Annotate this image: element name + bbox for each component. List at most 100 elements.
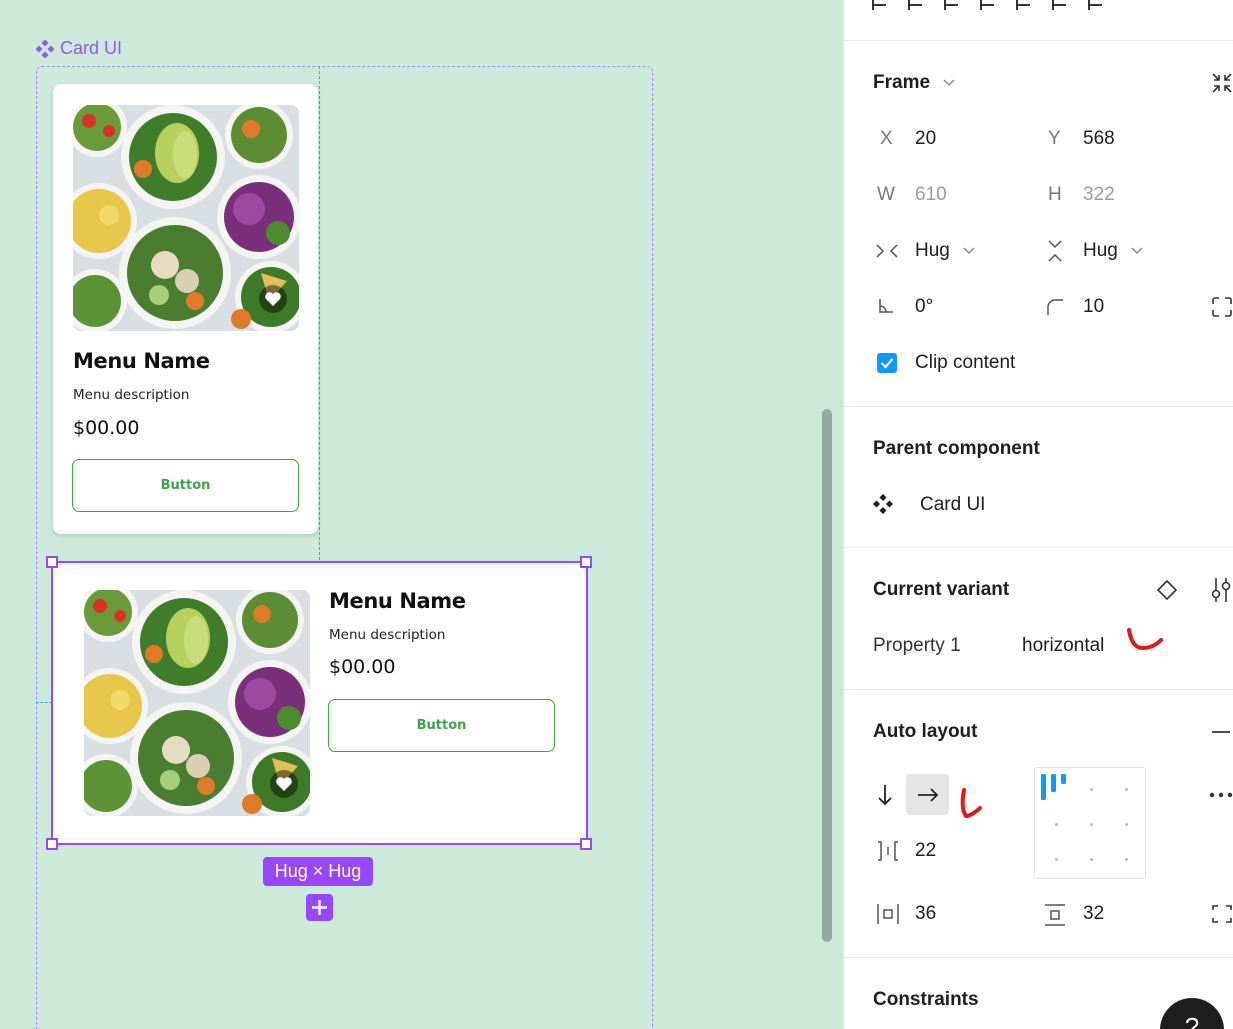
design-canvas[interactable]: Card UI Menu Name Menu description $00.0…: [0, 0, 843, 1029]
frame-section-title[interactable]: Frame: [873, 72, 955, 94]
vertical-padding-input[interactable]: 32: [1083, 903, 1104, 925]
auto-layout-title: Auto layout: [873, 721, 978, 742]
horizontal-resizing-icon: [876, 244, 898, 258]
grid-dot: [1055, 823, 1058, 826]
component-set-icon: [36, 39, 54, 58]
red-annotation-mark: [1127, 628, 1163, 651]
distribute-icon[interactable]: [1088, 0, 1104, 10]
rotation-input[interactable]: 0°: [915, 296, 933, 318]
chevron-down-icon: [963, 247, 975, 255]
current-variant-title: Current variant: [873, 579, 1010, 600]
item-spacing-icon: [878, 841, 898, 861]
horizontal-padding-input[interactable]: 36: [915, 903, 936, 925]
collapse-icon[interactable]: [1211, 72, 1233, 94]
diamond-icon[interactable]: [1156, 579, 1178, 601]
resize-handle-top-right[interactable]: [580, 556, 592, 568]
variant-property-name: Property 1: [873, 635, 961, 656]
section-divider: [844, 547, 1233, 548]
add-variant-button[interactable]: [306, 894, 333, 921]
menu-description: Menu description: [329, 627, 446, 643]
direction-horizontal-button[interactable]: [906, 774, 949, 815]
align-bottom-icon[interactable]: [1052, 0, 1068, 10]
adjust-properties-icon[interactable]: [1210, 576, 1232, 604]
clip-content-checkbox[interactable]: [877, 353, 897, 373]
rotation-icon: [879, 299, 893, 313]
help-button[interactable]: ?: [1160, 998, 1224, 1029]
width-sizing-value: Hug: [915, 240, 950, 261]
component-set-label[interactable]: Card UI: [36, 38, 122, 59]
vertical-padding-icon: [1045, 904, 1065, 926]
corner-radius-input[interactable]: 10: [1083, 296, 1104, 318]
chevron-down-icon: [943, 79, 955, 87]
alignment-grid[interactable]: [1034, 767, 1146, 879]
height-sizing-select[interactable]: Hug: [1083, 240, 1143, 262]
align-top-icon[interactable]: [980, 0, 996, 10]
align-right-icon[interactable]: [944, 0, 960, 10]
section-divider: [844, 689, 1233, 690]
more-options-icon[interactable]: [1209, 792, 1233, 798]
w-input[interactable]: 610: [915, 184, 947, 206]
independent-corners-icon[interactable]: [1211, 296, 1233, 318]
arrow-down-icon: [877, 784, 892, 805]
remove-auto-layout-icon[interactable]: [1211, 730, 1231, 734]
size-badge: Hug × Hug: [263, 857, 373, 886]
menu-description: Menu description: [73, 387, 190, 403]
menu-name: Menu Name: [73, 349, 210, 373]
canvas-scrollbar[interactable]: [822, 409, 832, 942]
grid-dot: [1125, 858, 1128, 861]
align-center-vertical-icon[interactable]: [1016, 0, 1032, 10]
grid-dot: [1055, 858, 1058, 861]
properties-panel: Frame X 20 Y 568 W 610 H 322 Hug Hug 0° …: [843, 0, 1233, 1029]
independent-padding-icon[interactable]: [1211, 903, 1233, 925]
frame-title-text: Frame: [873, 72, 931, 93]
w-label: W: [877, 184, 895, 205]
item-spacing-input[interactable]: 22: [915, 840, 936, 862]
red-annotation-mark: [960, 788, 982, 819]
food-image: [73, 105, 299, 331]
height-sizing-value: Hug: [1083, 240, 1118, 261]
spacing-guide-vertical: [319, 66, 320, 560]
corner-radius-icon: [1047, 299, 1063, 315]
parent-component-link[interactable]: Card UI: [920, 494, 985, 516]
section-divider: [844, 40, 1233, 41]
align-left-icon[interactable]: [872, 0, 888, 10]
component-icon: [873, 494, 893, 514]
variant-property-value[interactable]: horizontal: [1022, 635, 1104, 657]
section-divider: [844, 406, 1233, 407]
grid-dot: [1125, 823, 1128, 826]
constraints-title: Constraints: [873, 989, 979, 1010]
y-label: Y: [1048, 128, 1061, 149]
direction-vertical-button[interactable]: [863, 774, 906, 815]
resize-handle-bottom-left[interactable]: [46, 838, 58, 850]
menu-name: Menu Name: [329, 589, 466, 613]
vertical-resizing-icon: [1048, 240, 1062, 262]
chevron-down-icon: [1131, 247, 1143, 255]
grid-dot: [1125, 788, 1128, 791]
plus-icon: [312, 900, 327, 915]
card-variant-horizontal[interactable]: Menu Name Menu description $00.00 Button: [52, 561, 587, 845]
grid-dot: [1090, 823, 1093, 826]
resize-handle-top-left[interactable]: [46, 556, 58, 568]
resize-handle-bottom-right[interactable]: [580, 838, 592, 850]
parent-component-title: Parent component: [873, 438, 1040, 459]
spacing-guide-horizontal: [36, 702, 52, 703]
section-divider: [844, 957, 1233, 958]
h-input[interactable]: 322: [1083, 184, 1115, 206]
checkmark-icon: [880, 358, 894, 369]
grid-dot: [1090, 788, 1093, 791]
y-input[interactable]: 568: [1083, 128, 1115, 150]
align-center-horizontal-icon[interactable]: [908, 0, 924, 10]
card-button[interactable]: Button: [72, 459, 299, 512]
h-label: H: [1048, 184, 1062, 205]
clip-content-label[interactable]: Clip content: [915, 352, 1015, 374]
width-sizing-select[interactable]: Hug: [915, 240, 975, 262]
align-top-left-indicator-icon: [1041, 774, 1066, 800]
x-input[interactable]: 20: [915, 128, 936, 150]
horizontal-padding-icon: [877, 904, 899, 924]
menu-price: $00.00: [329, 656, 396, 678]
card-button[interactable]: Button: [328, 699, 555, 752]
arrow-right-icon: [917, 787, 938, 802]
alignment-toolbar: [872, 0, 1104, 14]
card-variant-vertical[interactable]: Menu Name Menu description $00.00 Button: [53, 84, 318, 534]
grid-dot: [1090, 858, 1093, 861]
